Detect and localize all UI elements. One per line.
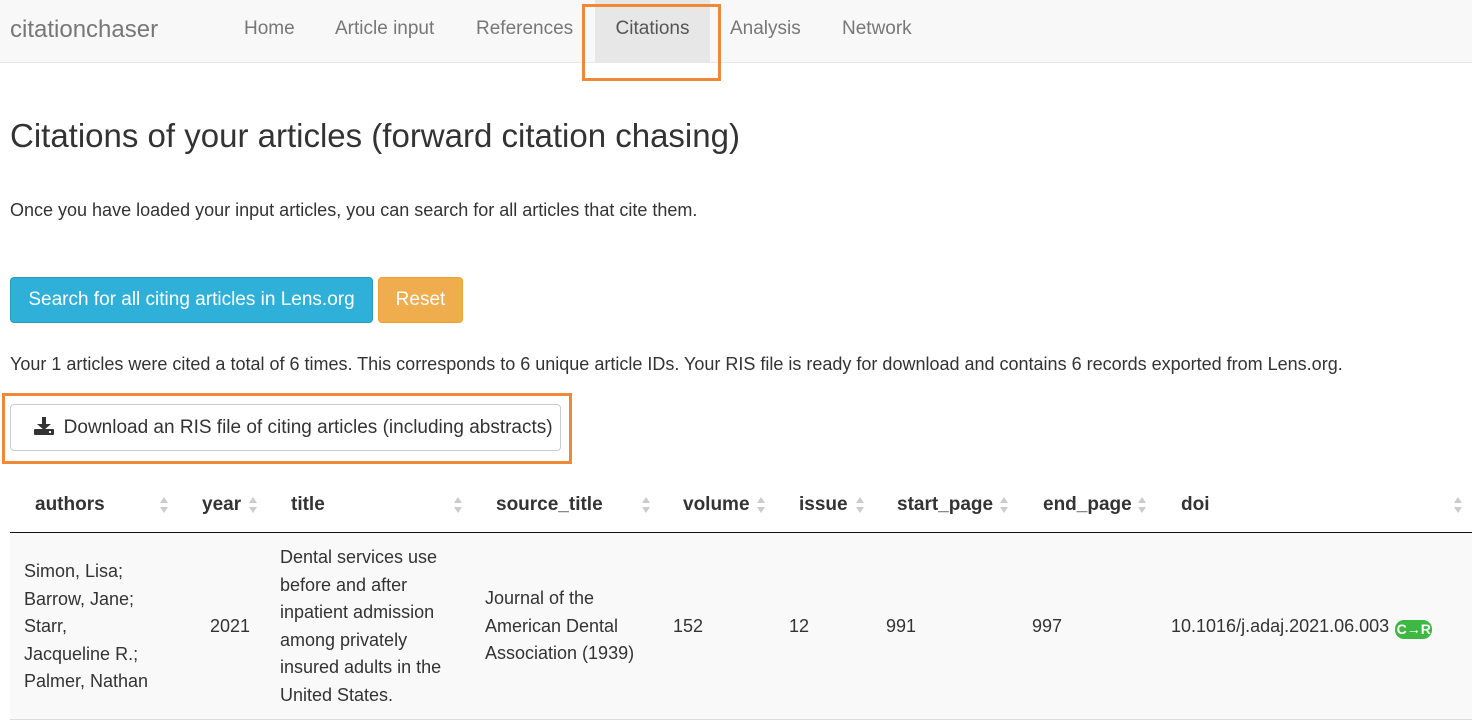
cell-source-title: Journal of the American Dental Associati… xyxy=(485,588,635,663)
cell-year: 2021 xyxy=(210,616,251,636)
column-header-start-page[interactable]: start_page xyxy=(897,494,993,516)
search-citing-articles-button[interactable]: Search for all citing articles in Lens.o… xyxy=(10,277,373,323)
nav-analysis[interactable]: Analysis xyxy=(730,18,801,40)
cell-start-page: 991 xyxy=(886,616,917,636)
sort-icon[interactable] xyxy=(453,495,463,515)
download-button-label: Download an RIS file of citing articles … xyxy=(63,417,553,438)
cell-doi: 10.1016/j.adaj.2021.06.003 C→R xyxy=(1171,613,1433,641)
column-header-authors[interactable]: authors xyxy=(35,494,105,516)
results-summary: Your 1 articles were cited a total of 6 … xyxy=(10,354,1343,374)
column-header-end-page[interactable]: end_page xyxy=(1043,494,1132,516)
sort-icon[interactable] xyxy=(1137,495,1147,515)
nav-references[interactable]: References xyxy=(476,18,573,40)
sort-icon[interactable] xyxy=(248,495,258,515)
sort-icon[interactable] xyxy=(756,495,766,515)
navbar: citationchaser Home Article input Refere… xyxy=(0,0,1472,63)
brand[interactable]: citationchaser xyxy=(10,16,158,44)
cell-volume: 152 xyxy=(673,616,704,636)
column-header-title[interactable]: title xyxy=(291,494,325,516)
cell-end-page: 997 xyxy=(1032,616,1063,636)
sort-icon[interactable] xyxy=(641,495,651,515)
column-header-volume[interactable]: volume xyxy=(683,494,750,516)
nav-article-input[interactable]: Article input xyxy=(335,18,434,40)
reset-button[interactable]: Reset xyxy=(378,277,463,323)
column-header-issue[interactable]: issue xyxy=(799,494,848,516)
crossref-badge-icon[interactable]: C→R xyxy=(1395,620,1433,639)
download-ris-button[interactable]: Download an RIS file of citing articles … xyxy=(10,404,561,451)
sort-icon[interactable] xyxy=(999,495,1009,515)
download-icon xyxy=(34,417,55,435)
column-header-source-title[interactable]: source_title xyxy=(496,494,603,516)
cell-authors: Simon, Lisa; Barrow, Jane; Starr, Jacque… xyxy=(24,561,149,691)
column-header-year[interactable]: year xyxy=(202,494,241,516)
table-row-divider xyxy=(10,719,1472,720)
column-header-doi[interactable]: doi xyxy=(1181,494,1210,516)
sort-icon[interactable] xyxy=(855,495,865,515)
cell-title: Dental services use before and after inp… xyxy=(280,547,442,705)
nav-network[interactable]: Network xyxy=(842,18,912,40)
citations-tab-highlight xyxy=(582,4,721,81)
doi-link[interactable]: 10.1016/j.adaj.2021.06.003 xyxy=(1171,616,1389,636)
cell-issue: 12 xyxy=(789,616,810,636)
page-title: Citations of your articles (forward cita… xyxy=(10,117,740,154)
sort-icon[interactable] xyxy=(159,495,169,515)
nav-home[interactable]: Home xyxy=(244,18,295,40)
intro-text: Once you have loaded your input articles… xyxy=(10,200,698,220)
sort-icon[interactable] xyxy=(1453,495,1463,515)
